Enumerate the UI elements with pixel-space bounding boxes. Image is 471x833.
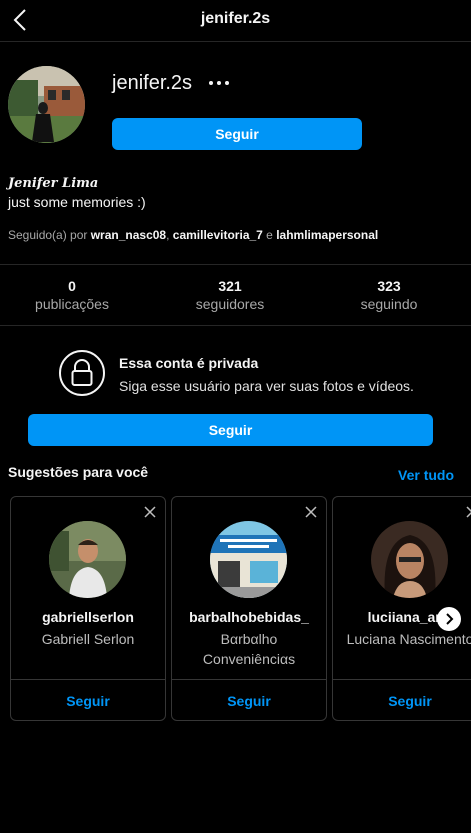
stat-label: seguidores	[195, 296, 265, 312]
follower-link[interactable]: wran_nasc08	[91, 228, 166, 242]
follow-suggestion-button[interactable]: Seguir	[333, 693, 471, 709]
followed-by-text: Seguido(a) por wran_nasc08, camillevitor…	[8, 228, 378, 242]
suggestion-full-name: Luciana Nascimento	[346, 631, 471, 647]
top-bar: jenifer.2s	[0, 0, 471, 42]
profile-full-name: 𝑱𝒆𝒏𝒊𝒇𝒆𝒓 𝑳𝒊𝒎𝒂	[8, 176, 99, 191]
stat-posts: 0 publicações	[12, 278, 132, 312]
follower-link[interactable]: camillevitoria_7	[173, 228, 263, 242]
stat-value: 0	[68, 278, 76, 294]
close-icon[interactable]	[143, 505, 157, 519]
more-options-icon[interactable]	[207, 72, 231, 94]
lock-icon	[59, 350, 105, 396]
divider	[11, 679, 165, 680]
profile-bio: just some memories :)	[8, 194, 146, 210]
profile-avatar[interactable]	[8, 66, 85, 143]
stat-following[interactable]: 323 seguindo	[329, 278, 449, 312]
avatar[interactable]	[49, 521, 126, 598]
follow-suggestion-button[interactable]: Seguir	[11, 693, 165, 709]
close-icon[interactable]	[465, 505, 471, 519]
stat-followers[interactable]: 321 seguidores	[170, 278, 290, 312]
suggestions-title: Sugestões para você	[8, 464, 149, 480]
private-account-title: Essa conta é privada	[119, 355, 259, 371]
follower-link[interactable]: lahmlimapersonal	[276, 228, 378, 242]
stat-label: publicações	[35, 296, 109, 312]
avatar[interactable]	[371, 521, 448, 598]
follow-suggestion-button[interactable]: Seguir	[172, 693, 326, 709]
close-icon[interactable]	[304, 505, 318, 519]
follow-button-main[interactable]: Seguir	[28, 414, 433, 446]
separator: e	[262, 228, 277, 242]
suggestion-full-name: Gabriell Serlon	[41, 631, 135, 647]
suggestion-card[interactable]: barbalhobebidas_ Bαrbαlho Conveniênciαs …	[171, 496, 327, 721]
see-all-link[interactable]: Ver tudo	[398, 467, 454, 483]
profile-username: jenifer.2s	[112, 72, 193, 94]
followed-by-prefix: Seguido(a) por	[8, 228, 91, 242]
stat-value: 321	[218, 278, 242, 294]
divider	[172, 679, 326, 680]
follow-button-top[interactable]: Seguir	[112, 118, 362, 150]
avatar[interactable]	[210, 521, 287, 598]
profile-stats: 0 publicações 321 seguidores 323 seguind…	[0, 264, 471, 326]
divider	[333, 679, 471, 680]
suggestion-card[interactable]: gabriellserlon Gabriell Serlon Seguir	[10, 496, 166, 721]
suggestion-username[interactable]: gabriellserlon	[11, 609, 165, 625]
stat-label: seguindo	[360, 296, 418, 312]
page-title: jenifer.2s	[200, 10, 271, 27]
suggestion-username[interactable]: barbalhobebidas_	[172, 609, 326, 625]
suggestion-full-name: Bαrbαlho Conveniênciαs	[202, 631, 296, 667]
chevron-right-icon[interactable]	[437, 607, 461, 631]
separator: ,	[166, 228, 173, 242]
private-account-subtitle: Siga esse usuário para ver suas fotos e …	[119, 378, 414, 394]
stat-value: 323	[377, 278, 401, 294]
